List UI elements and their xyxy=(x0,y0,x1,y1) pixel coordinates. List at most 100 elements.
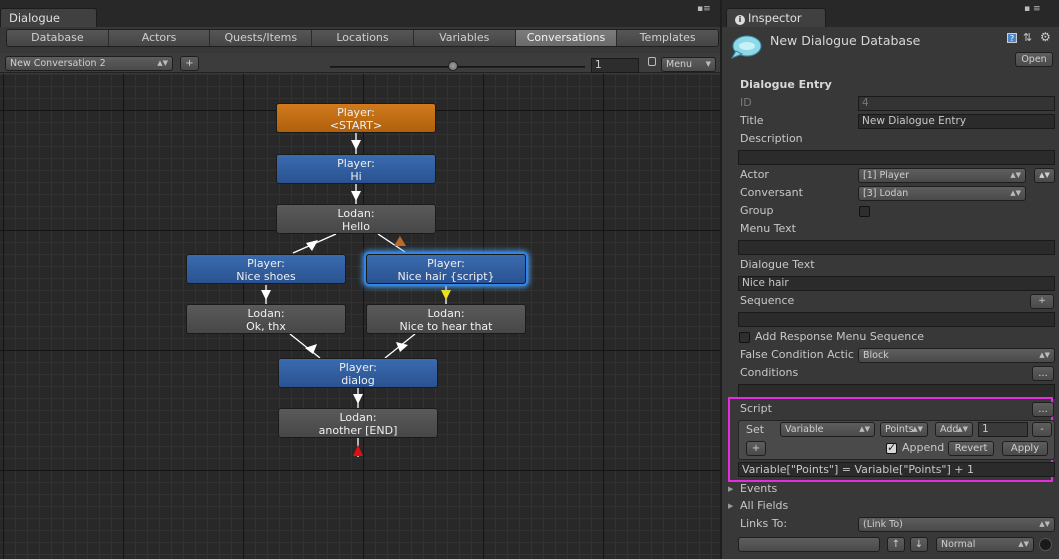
script-operator-select[interactable]: Add ▲▼ xyxy=(935,422,973,437)
add-response-checkbox[interactable] xyxy=(739,332,750,343)
apply-button[interactable]: Apply xyxy=(1002,441,1048,456)
all-fields-label[interactable]: All Fields xyxy=(740,499,788,512)
conversant-label: Conversant xyxy=(740,186,803,199)
node-lodan-nice-to-hear[interactable]: Lodan: Nice to hear that xyxy=(366,304,526,334)
node-actor: Player: xyxy=(337,106,375,119)
links-to-label: Links To: xyxy=(740,517,788,530)
chevron-down-icon: ▼ xyxy=(705,60,711,68)
tab-variables[interactable]: Variables xyxy=(413,30,516,46)
script-variable-select[interactable]: Points ▲▼ xyxy=(880,422,928,437)
script-type-select[interactable]: Variable ▲▼ xyxy=(780,422,875,437)
links-to-select[interactable]: (Link To) ▲▼ xyxy=(858,517,1055,532)
section-title: Dialogue Entry xyxy=(740,78,832,91)
actor-select[interactable]: [1] Player ▲▼ xyxy=(858,168,1026,183)
help-icon[interactable]: ? xyxy=(1007,33,1017,43)
chevron-updown-icon: ▲▼ xyxy=(1018,540,1029,548)
node-start[interactable]: Player: <START> xyxy=(276,103,436,133)
script-wizard-button[interactable]: ... xyxy=(1032,402,1054,417)
move-up-button[interactable]: ↑ xyxy=(887,537,905,552)
node-text: <START> xyxy=(329,119,383,132)
info-icon: i xyxy=(735,15,745,25)
lock-icon[interactable] xyxy=(648,57,656,66)
gear-icon[interactable]: ⚙ xyxy=(1040,30,1051,44)
false-condition-select[interactable]: Block ▲▼ xyxy=(858,348,1055,363)
menu-text-field[interactable] xyxy=(738,240,1055,255)
script-add-action-button[interactable]: + xyxy=(746,441,766,456)
tab-database[interactable]: Database xyxy=(7,30,109,46)
node-player-hi[interactable]: Player: Hi xyxy=(276,154,436,184)
inspector-tab[interactable]: i Inspector xyxy=(726,8,826,27)
conditions-wizard-button[interactable]: ... xyxy=(1032,366,1054,381)
window-menu-icon[interactable]: ▪≡ xyxy=(697,4,711,14)
preset-icon[interactable]: ⇅ xyxy=(1023,31,1032,44)
tab-locations[interactable]: Locations xyxy=(312,30,414,46)
group-checkbox[interactable] xyxy=(859,206,870,217)
link-arrow xyxy=(306,240,318,251)
actor-stepper-button[interactable]: ▲▼ xyxy=(1034,168,1055,183)
script-amount-field[interactable]: 1 xyxy=(978,422,1028,437)
link-arrow-script xyxy=(441,290,451,300)
script-set-label: Set xyxy=(746,423,765,436)
node-actor: Player: xyxy=(427,257,465,270)
id-field: 4 xyxy=(858,96,1055,111)
move-down-button[interactable]: ↓ xyxy=(910,537,928,552)
link-target-button[interactable] xyxy=(738,537,880,552)
tab-templates[interactable]: Templates xyxy=(617,30,718,46)
sequence-add-button[interactable]: + xyxy=(1030,294,1054,309)
link-priority-value: Normal xyxy=(941,539,976,550)
node-text: Hi xyxy=(350,170,362,183)
title-field[interactable]: New Dialogue Entry xyxy=(858,114,1055,129)
node-text: another [END] xyxy=(318,424,398,437)
false-condition-value: Block xyxy=(863,350,889,361)
inspector-tabstrip: i Inspector ▪ ≡ xyxy=(722,0,1059,27)
chevron-updown-icon: ▲▼ xyxy=(859,425,870,433)
zoom-value-field[interactable]: 1 xyxy=(591,58,639,73)
events-label[interactable]: Events xyxy=(740,482,777,495)
menu-text-label: Menu Text xyxy=(740,222,796,235)
conversant-select-value: [3] Lodan xyxy=(863,188,909,199)
inspector-tab-label: Inspector xyxy=(748,11,802,25)
conditions-label: Conditions xyxy=(740,366,799,379)
script-field[interactable]: Variable["Points"] = Variable["Points"] … xyxy=(738,462,1055,477)
false-condition-label: False Condition Actic xyxy=(740,348,854,361)
conversation-select-label: New Conversation 2 xyxy=(10,58,106,69)
chevron-updown-icon: ▲▼ xyxy=(912,425,923,433)
description-field[interactable] xyxy=(738,150,1055,165)
tab-actors[interactable]: Actors xyxy=(108,30,211,46)
script-remove-button[interactable]: - xyxy=(1032,422,1052,437)
node-actor: Player: xyxy=(247,257,285,270)
chevron-updown-icon: ▲▼ xyxy=(1039,351,1050,359)
dialogue-window-tab[interactable]: Dialogue xyxy=(0,8,97,27)
node-lodan-another-end[interactable]: Lodan: another [END] xyxy=(278,408,438,438)
node-player-nice-shoes[interactable]: Player: Nice shoes xyxy=(186,254,346,284)
node-lodan-ok-thx[interactable]: Lodan: Ok, thx xyxy=(186,304,346,334)
script-variable-value: Points xyxy=(885,424,914,435)
events-foldout-arrow-icon[interactable]: ▶ xyxy=(728,485,733,493)
node-text: Ok, thx xyxy=(246,320,286,333)
conversation-select[interactable]: New Conversation 2 ▲▼ xyxy=(5,56,173,71)
sequence-field[interactable] xyxy=(738,312,1055,327)
add-conversation-button[interactable]: + xyxy=(180,56,199,71)
tab-conversations[interactable]: Conversations xyxy=(515,30,618,46)
revert-button[interactable]: Revert xyxy=(948,441,994,456)
conversant-select[interactable]: [3] Lodan ▲▼ xyxy=(858,186,1026,201)
delete-link-icon[interactable] xyxy=(1039,538,1052,551)
link-priority-select[interactable]: Normal ▲▼ xyxy=(936,537,1034,552)
node-player-nice-hair-selected[interactable]: Player: Nice hair {script} xyxy=(366,254,526,284)
node-player-dialog[interactable]: Player: dialog xyxy=(278,358,438,388)
id-label: ID xyxy=(740,96,752,109)
node-canvas[interactable]: Player: <START> Player: Hi Lodan: Hello … xyxy=(0,74,720,559)
all-fields-foldout-arrow-icon[interactable]: ▶ xyxy=(728,502,733,510)
menu-button[interactable]: Menu ▼ xyxy=(661,57,716,72)
inspector-menu-icon[interactable]: ▪ ≡ xyxy=(1024,4,1041,14)
zoom-slider-handle[interactable] xyxy=(448,61,458,71)
dialogue-text-field[interactable]: Nice hair xyxy=(738,276,1055,291)
chevron-updown-icon: ▲▼ xyxy=(957,425,968,433)
link-arrow-back xyxy=(394,236,406,246)
append-checkbox[interactable]: ✓ xyxy=(886,441,897,454)
node-actor: Player: xyxy=(339,361,377,374)
open-button[interactable]: Open xyxy=(1015,52,1053,67)
tab-quests-items[interactable]: Quests/Items xyxy=(210,30,313,46)
node-lodan-hello[interactable]: Lodan: Hello xyxy=(276,204,436,234)
actor-select-value: [1] Player xyxy=(863,170,910,181)
